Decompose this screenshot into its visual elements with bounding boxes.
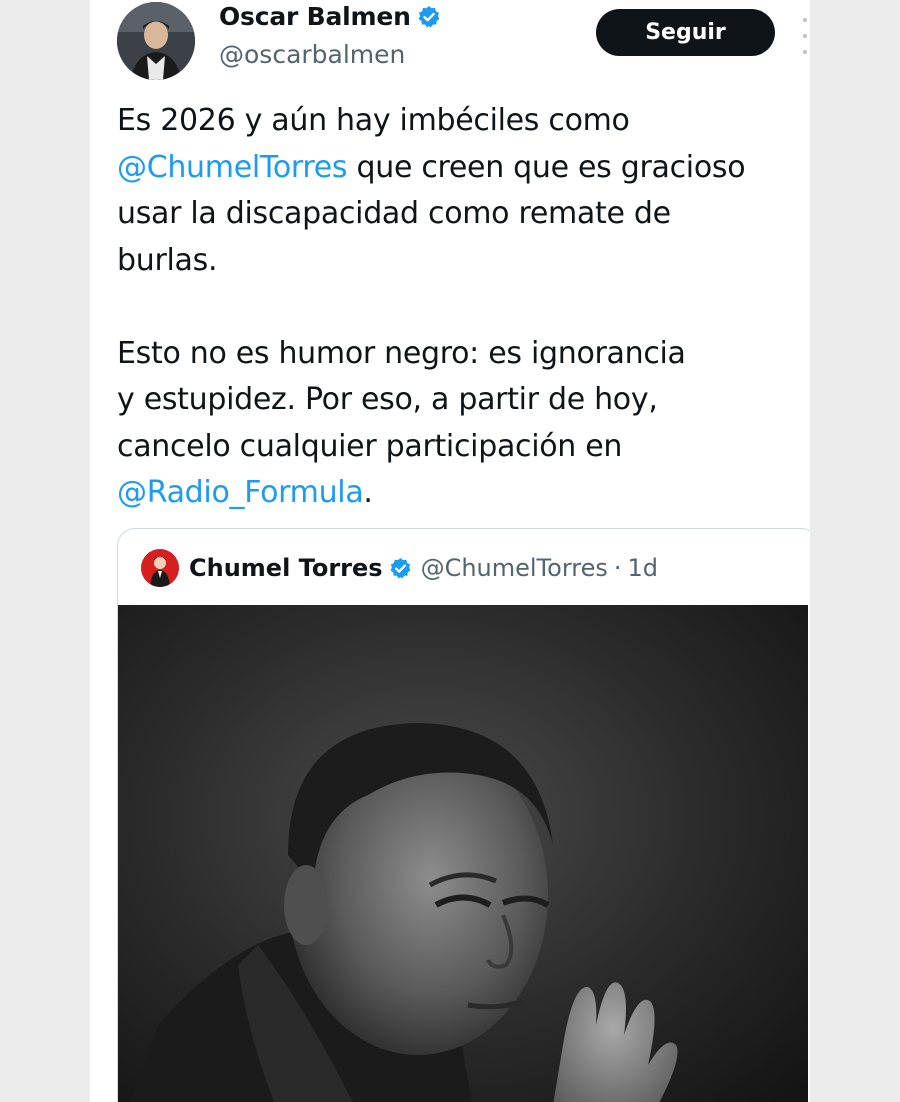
tweet-card: Oscar Balmen @oscarbalmen Seguir Es 2026… bbox=[90, 0, 810, 1102]
tweet-text-line: y estupidez. Por eso, a partir de hoy, bbox=[117, 377, 810, 424]
author-avatar[interactable] bbox=[117, 2, 195, 80]
tweet-text-line: @Radio_Formula. bbox=[117, 470, 810, 517]
person-icon bbox=[117, 2, 195, 80]
tweet-text-segment: . bbox=[363, 475, 373, 510]
quoted-author-handle[interactable]: @ChumelTorres bbox=[421, 554, 608, 582]
quoted-author-avatar[interactable] bbox=[141, 549, 179, 587]
tweet-text-segment: y estupidez. Por eso, a partir de hoy, bbox=[117, 382, 658, 417]
tweet-text-line: cancelo cualquier participación en bbox=[117, 424, 810, 471]
photo-icon bbox=[118, 605, 808, 1102]
tweet-text-segment: Esto no es humor negro: es ignorancia bbox=[117, 335, 686, 371]
tweet-text: Es 2026 y aún hay imbéciles como @ChumelT… bbox=[117, 98, 810, 517]
more-options-icon[interactable] bbox=[800, 18, 810, 54]
tweet-text-segment: usar la discapacidad como remate de bbox=[117, 196, 671, 231]
tweet-text-segment: que creen que es gracioso bbox=[347, 149, 746, 185]
tweet-text-segment: Es 2026 y aún hay imbéciles como bbox=[117, 103, 630, 138]
tweet-text-line: Esto no es humor negro: es ignorancia bbox=[117, 331, 810, 378]
tweet-text-line: usar la discapacidad como remate de bbox=[117, 191, 810, 238]
mention-link[interactable]: @Radio_Formula bbox=[117, 475, 364, 510]
follow-button[interactable]: Seguir bbox=[596, 9, 775, 56]
quoted-author-name[interactable]: Chumel Torres bbox=[189, 554, 383, 582]
tweet-text-line: burlas. bbox=[117, 238, 810, 285]
author-name[interactable]: Oscar Balmen bbox=[219, 2, 411, 31]
separator-dot: · bbox=[613, 554, 622, 582]
author-name-row: Oscar Balmen bbox=[219, 2, 441, 31]
tweet-text-segment: cancelo cualquier participación en bbox=[117, 428, 623, 464]
person-icon bbox=[141, 549, 179, 587]
quoted-tweet-header: Chumel Torres @ChumelTorres · 1d bbox=[141, 549, 658, 587]
quoted-tweet-photo[interactable] bbox=[118, 605, 808, 1102]
quoted-timestamp[interactable]: 1d bbox=[628, 554, 659, 582]
verified-badge-icon bbox=[389, 557, 412, 580]
quoted-tweet[interactable]: Chumel Torres @ChumelTorres · 1d bbox=[117, 528, 810, 1102]
author-handle[interactable]: @oscarbalmen bbox=[219, 40, 405, 69]
mention-link[interactable]: @ChumelTorres bbox=[117, 150, 348, 185]
tweet-text-gap bbox=[117, 284, 810, 331]
tweet-text-line: @ChumelTorres que creen que es gracioso bbox=[117, 145, 810, 192]
verified-badge-icon bbox=[417, 5, 441, 29]
tweet-text-line: Es 2026 y aún hay imbéciles como bbox=[117, 98, 810, 145]
tweet-text-segment: burlas. bbox=[117, 242, 218, 278]
